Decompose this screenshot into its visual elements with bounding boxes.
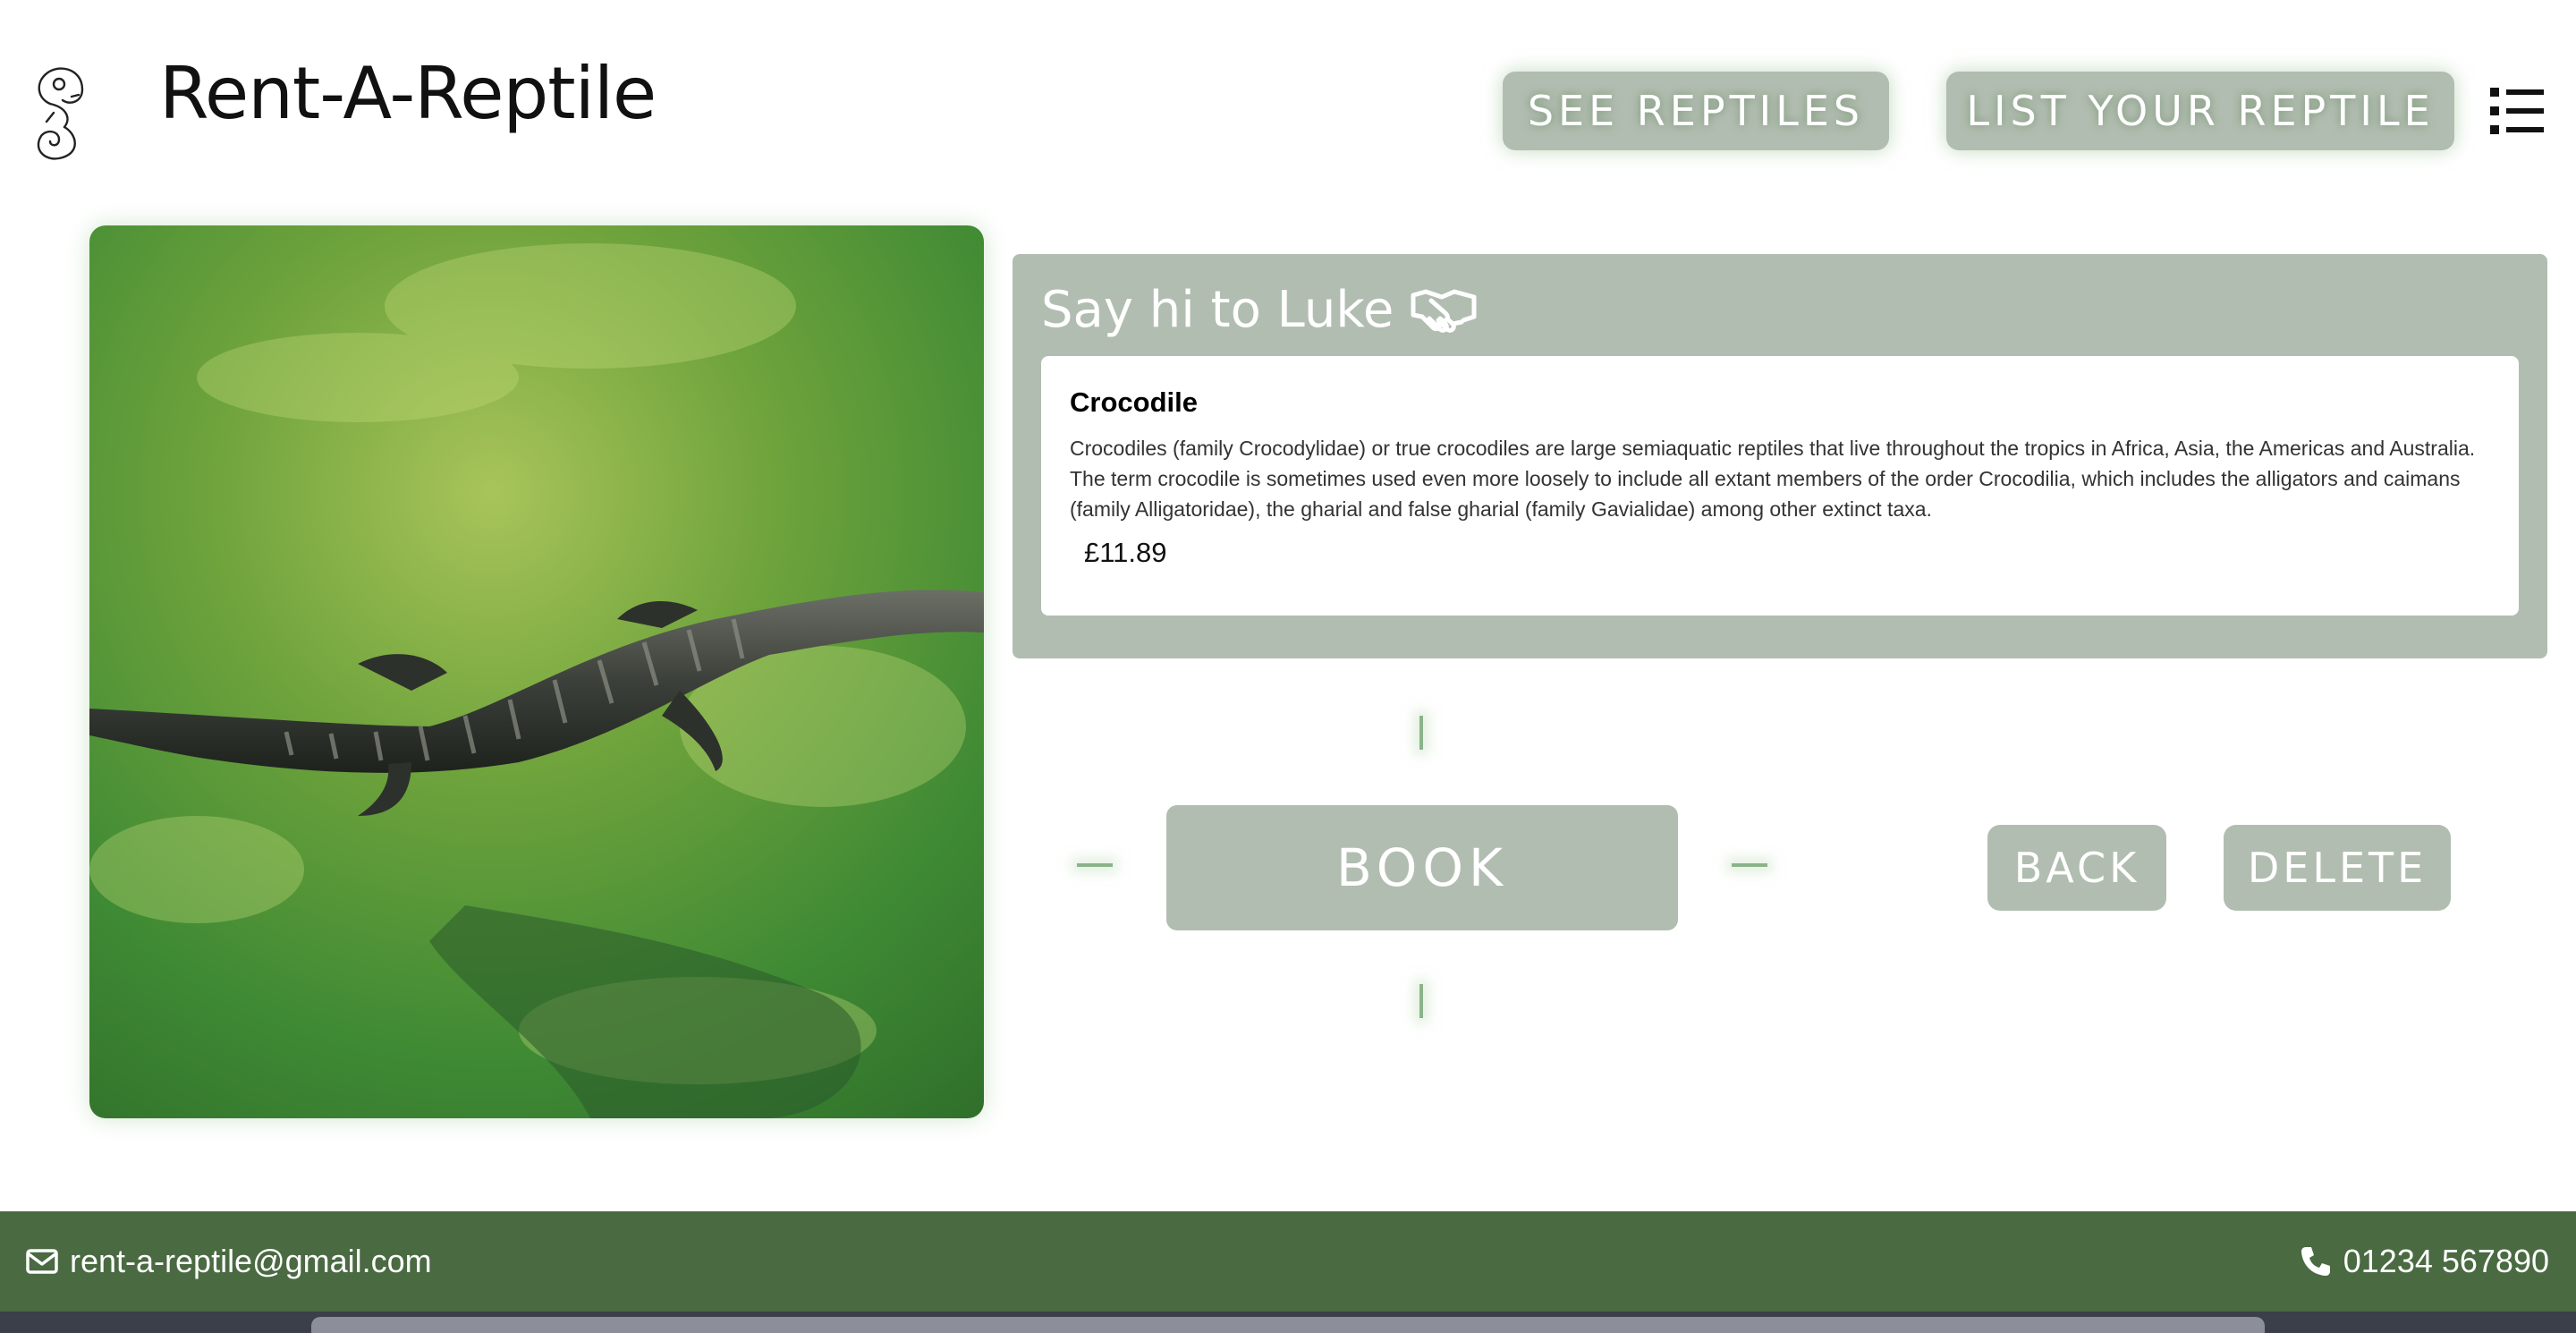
contact-phone[interactable]: 01234 567890 [2299,1211,2549,1312]
phone-icon [2301,1247,2330,1276]
reptile-info-card: Say hi to Luke Crocodile Crocodiles (fam… [1013,254,2547,658]
reptile-heading: Say hi to Luke [1041,281,1478,339]
back-button[interactable]: BACK [1987,825,2166,911]
contact-email-text[interactable]: rent-a-reptile@gmail.com [70,1243,432,1280]
book-glow-tick-bottom [1419,984,1423,1018]
contact-email[interactable]: rent-a-reptile@gmail.com [25,1211,432,1312]
list-menu-icon[interactable] [2490,86,2544,136]
crocodile-photo [89,225,984,1118]
book-glow-tick-top [1419,716,1423,750]
book-glow-tick-right [1732,863,1767,867]
delete-button[interactable]: DELETE [2224,825,2451,911]
footer: rent-a-reptile@gmail.com 01234 567890 [0,1211,2576,1312]
chameleon-logo-icon[interactable] [27,59,91,163]
handshake-icon [1411,289,1477,333]
site-title[interactable]: Rent-A-Reptile [159,52,657,135]
species-name: Crocodile [1070,386,1198,418]
rental-price: £11.89 [1084,537,1167,568]
contact-phone-text[interactable]: 01234 567890 [2343,1243,2549,1280]
reptile-heading-text: Say hi to Luke [1041,281,1394,339]
book-glow-tick-left [1077,863,1113,867]
page: Rent-A-Reptile SEE REPTILES LIST YOUR RE… [0,0,2576,1333]
list-your-reptile-button[interactable]: LIST YOUR REPTILE [1946,72,2454,150]
reptile-details: Crocodile Crocodiles (family Crocodylida… [1041,356,2519,616]
envelope-icon [26,1249,58,1274]
species-description: Crocodiles (family Crocodylidae) or true… [1070,437,2476,521]
see-reptiles-button[interactable]: SEE REPTILES [1503,72,1889,150]
os-dock[interactable] [311,1317,2265,1333]
book-button[interactable]: BOOK [1166,805,1678,930]
